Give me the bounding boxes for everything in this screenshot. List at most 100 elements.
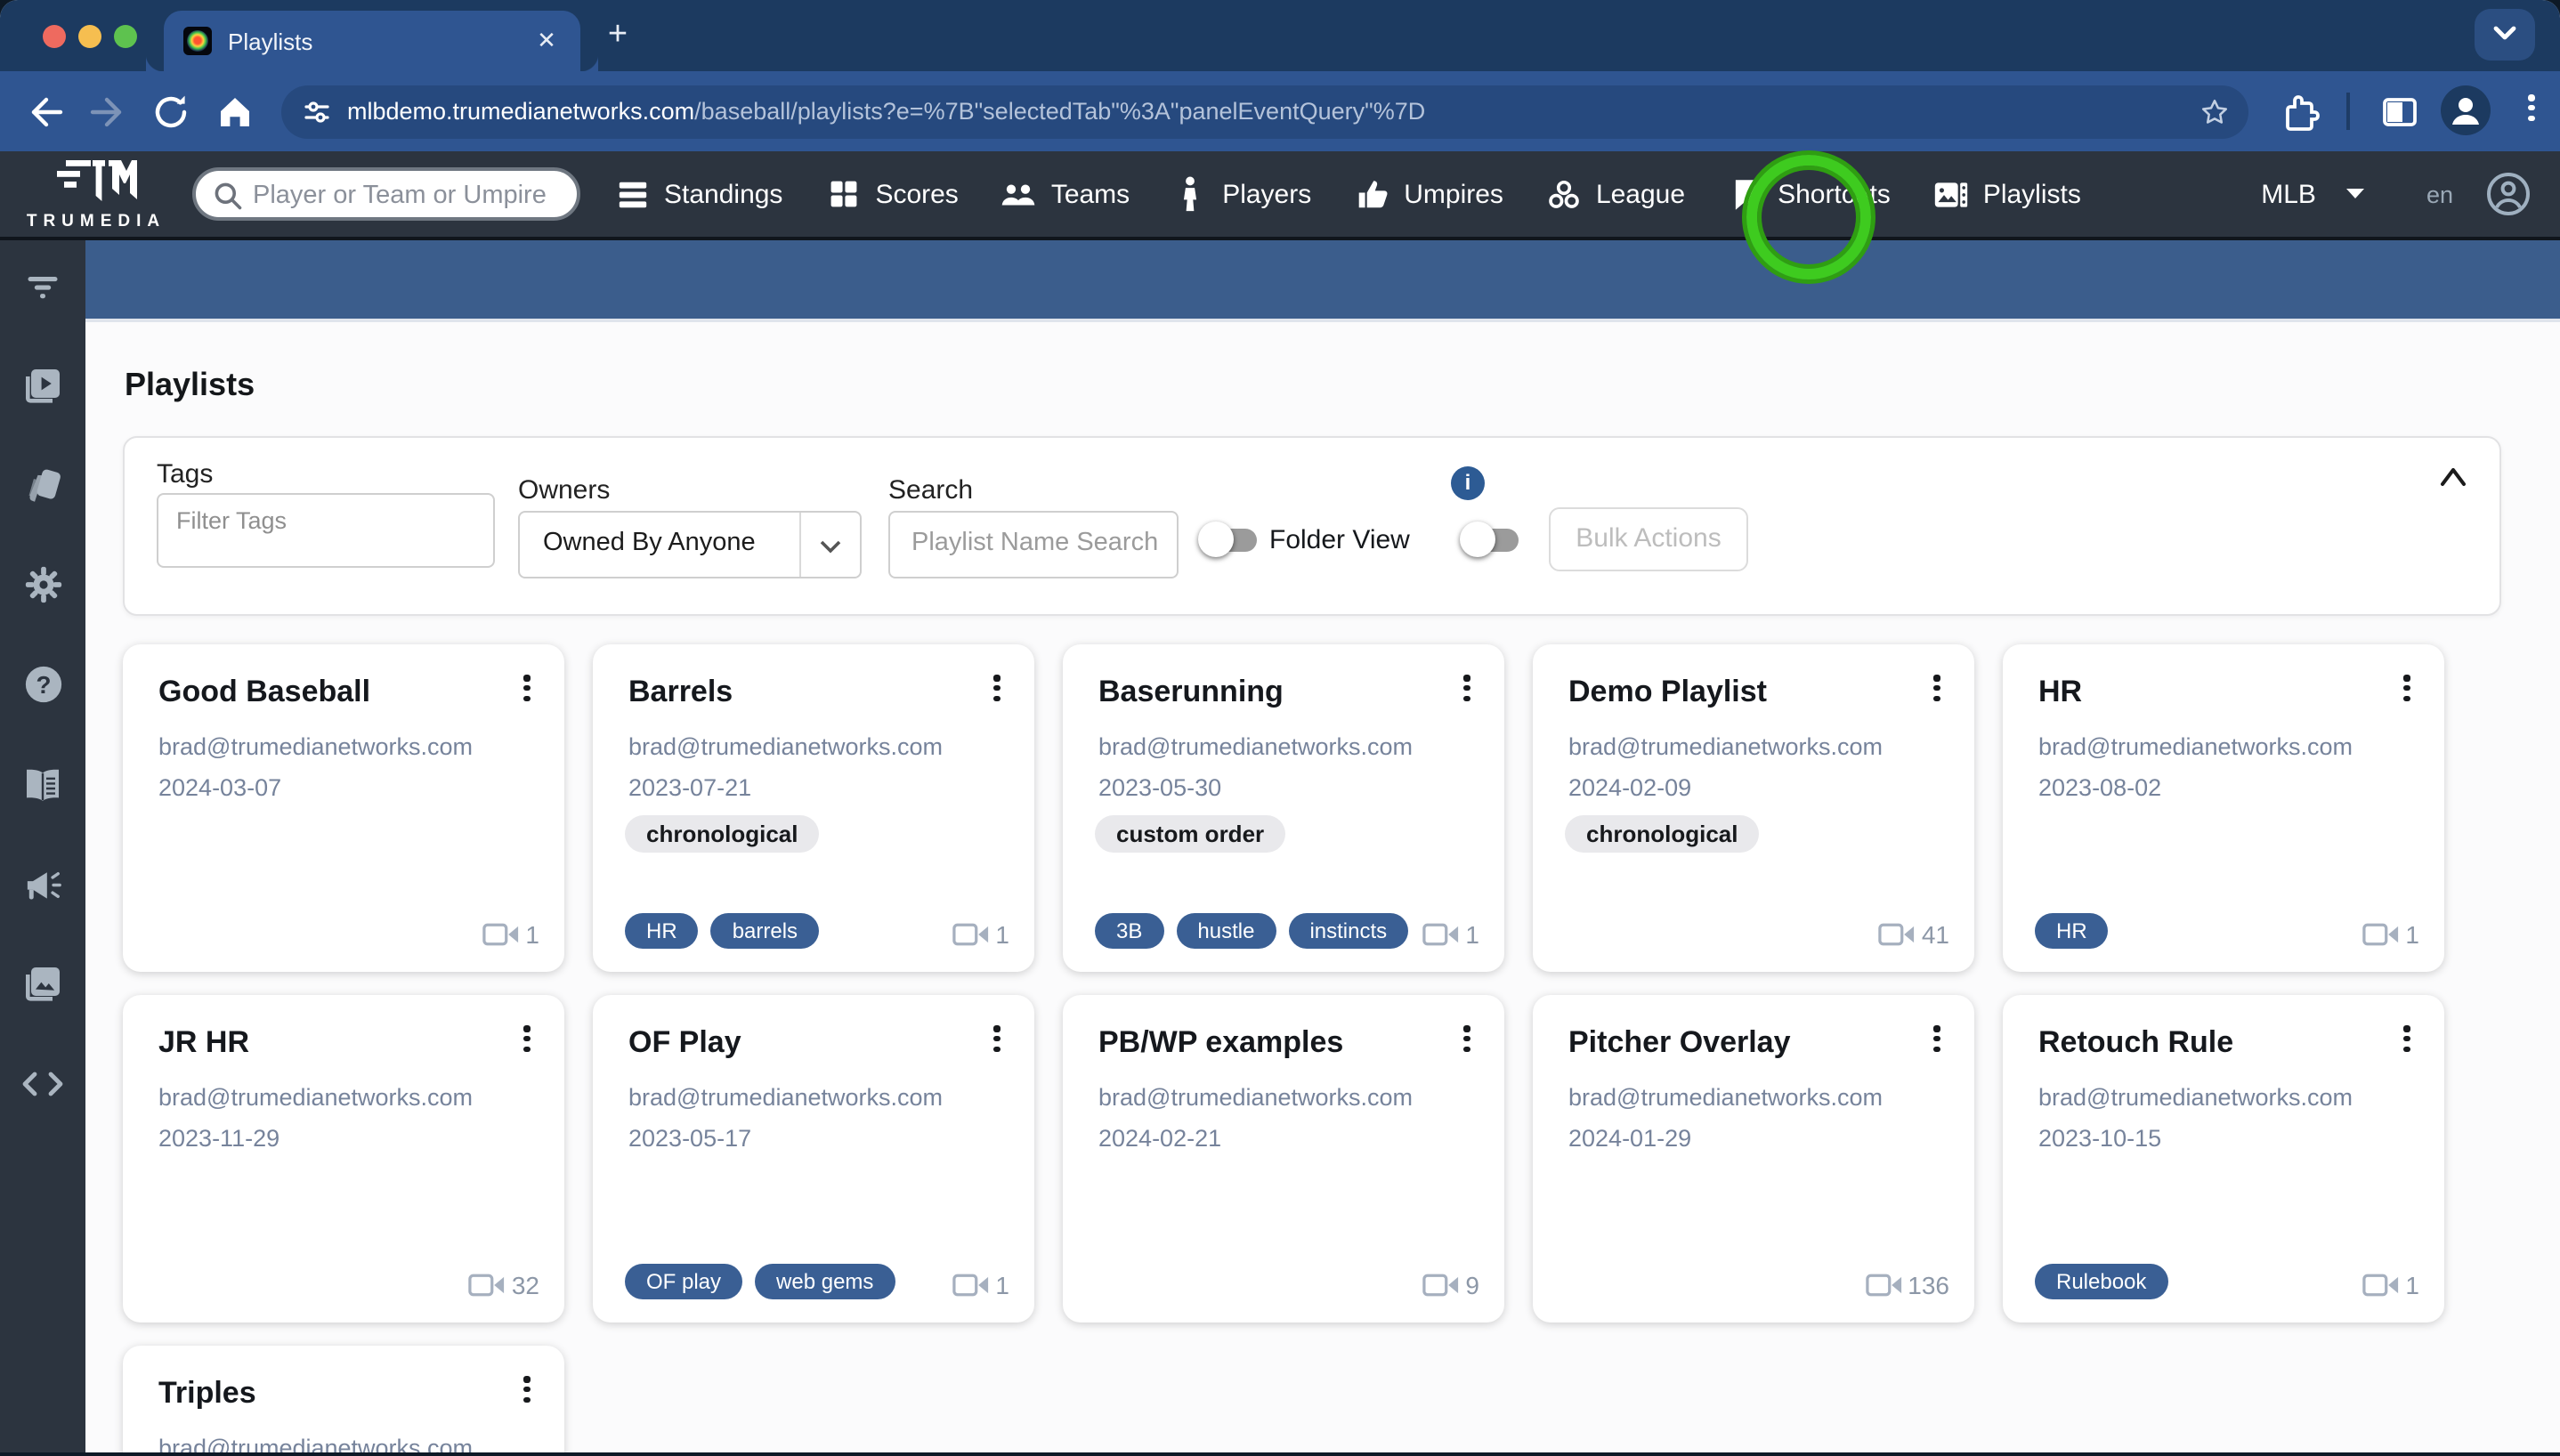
card-menu-button[interactable] — [514, 1022, 539, 1061]
sidebar-item-swatches[interactable] — [0, 468, 85, 511]
playlist-card[interactable]: Retouch Rulebrad@trumedianetworks.com202… — [2003, 995, 2444, 1323]
playlist-card[interactable]: JR HRbrad@trumedianetworks.com2023-11-29… — [123, 995, 564, 1323]
sidebar-item-images[interactable] — [0, 967, 85, 1009]
sidebar-item-video-playlists[interactable] — [0, 368, 85, 411]
collapse-chevron-icon[interactable] — [2439, 466, 2467, 488]
playlist-date: 2023-11-29 — [158, 1125, 279, 1152]
nav-item-players[interactable]: Players — [1172, 176, 1311, 212]
side-panel-icon[interactable] — [2378, 91, 2421, 133]
extensions-icon[interactable] — [2281, 91, 2323, 133]
nav-item-standings[interactable]: Standings — [614, 176, 782, 212]
global-search[interactable] — [192, 167, 580, 221]
playlist-title: Barrels — [628, 675, 733, 710]
browser-menu-button[interactable] — [2519, 91, 2544, 130]
browser-toolbar: mlbdemo.trumedianetworks.com/baseball/pl… — [0, 71, 2560, 151]
back-button[interactable] — [23, 91, 66, 133]
tag-pill[interactable]: HR — [625, 913, 699, 949]
bulk-actions-button[interactable]: Bulk Actions — [1549, 507, 1748, 571]
playlist-card[interactable]: Pitcher Overlaybrad@trumedianetworks.com… — [1533, 995, 1974, 1323]
card-menu-button[interactable] — [1924, 671, 1949, 710]
tags-filter-field[interactable] — [157, 493, 495, 568]
nav-item-teams[interactable]: Teams — [1001, 176, 1130, 212]
playlist-search-field[interactable] — [888, 511, 1179, 578]
videocam-icon — [2362, 922, 2400, 947]
nav-item-label: Playlists — [1983, 179, 2081, 209]
language-selector[interactable]: en — [2426, 181, 2453, 207]
chevron-down-icon — [2492, 25, 2517, 43]
playlist-card[interactable]: Demo Playlistbrad@trumedianetworks.com20… — [1533, 644, 1974, 972]
help-icon: ? — [22, 664, 63, 714]
left-sidebar: ? — [0, 240, 85, 1456]
tag-pill[interactable]: 3B — [1095, 913, 1163, 949]
site-info-icon[interactable] — [303, 97, 331, 125]
folder-view-toggle[interactable] — [1198, 522, 1259, 557]
playlist-card[interactable]: Good Baseballbrad@trumedianetworks.com20… — [123, 644, 564, 972]
card-menu-button[interactable] — [1454, 671, 1479, 710]
card-menu-button[interactable] — [514, 1372, 539, 1412]
playlist-search-input[interactable] — [908, 527, 1164, 559]
owners-select[interactable]: Owned By Anyone — [518, 511, 862, 578]
card-menu-button[interactable] — [984, 671, 1009, 710]
nav-item-shortcuts[interactable]: Shortcuts — [1728, 176, 1891, 212]
browser-profile-avatar[interactable] — [2441, 85, 2491, 135]
caret-down-icon[interactable] — [2345, 187, 2366, 201]
card-menu-button[interactable] — [1454, 1022, 1479, 1061]
playlist-card[interactable]: Baserunningbrad@trumedianetworks.com2023… — [1063, 644, 1504, 972]
card-menu-button[interactable] — [2394, 671, 2419, 710]
playlist-card[interactable]: OF Playbrad@trumedianetworks.com2023-05-… — [593, 995, 1034, 1323]
playlist-owner: brad@trumedianetworks.com — [2038, 1084, 2353, 1111]
close-window-button[interactable] — [43, 24, 66, 47]
videocam-icon — [1879, 922, 1916, 947]
home-button[interactable] — [214, 91, 256, 133]
tag-pill[interactable]: instincts — [1288, 913, 1408, 949]
account-icon[interactable] — [2485, 171, 2532, 217]
league-selector[interactable]: MLB — [2261, 179, 2316, 209]
sidebar-item-megaphone[interactable] — [0, 867, 85, 910]
info-icon[interactable]: i — [1451, 466, 1485, 500]
video-count: 136 — [1865, 1271, 1949, 1299]
sidebar-item-code[interactable] — [0, 1066, 85, 1109]
league-icon — [1546, 176, 1582, 212]
minimize-window-button[interactable] — [78, 24, 101, 47]
nav-item-league[interactable]: League — [1546, 176, 1685, 212]
nav-item-scores[interactable]: Scores — [825, 176, 958, 212]
sidebar-item-filter-lines[interactable] — [0, 269, 85, 311]
tags-filter-input[interactable] — [173, 506, 482, 536]
sidebar-item-gear[interactable] — [0, 568, 85, 611]
playlist-card[interactable]: Triplesbrad@trumedianetworks.com — [123, 1346, 564, 1456]
standings-icon — [614, 176, 650, 212]
card-menu-button[interactable] — [1924, 1022, 1949, 1061]
tag-pill[interactable]: OF play — [625, 1264, 742, 1299]
bulk-actions-toggle[interactable] — [1460, 522, 1520, 557]
nav-item-umpires[interactable]: Umpires — [1354, 176, 1503, 212]
forward-button[interactable] — [87, 91, 130, 133]
trumedia-logo[interactable]: TRUMEDIA — [11, 157, 182, 235]
playlist-title: Good Baseball — [158, 675, 370, 710]
browser-tab[interactable]: Playlists ✕ — [164, 11, 580, 71]
card-menu-button[interactable] — [2394, 1022, 2419, 1061]
playlist-owner: brad@trumedianetworks.com — [2038, 733, 2353, 760]
tab-close-icon[interactable]: ✕ — [531, 25, 563, 57]
zoom-window-button[interactable] — [114, 24, 137, 47]
tag-pill[interactable]: web gems — [755, 1264, 895, 1299]
playlist-owner: brad@trumedianetworks.com — [1098, 1084, 1413, 1111]
tag-pill[interactable]: barrels — [711, 913, 819, 949]
nav-item-playlists[interactable]: Playlists — [1933, 176, 2081, 212]
bookmark-star-icon[interactable] — [2199, 95, 2231, 127]
sidebar-item-book[interactable] — [0, 767, 85, 810]
playlist-card[interactable]: HRbrad@trumedianetworks.com2023-08-02HR1 — [2003, 644, 2444, 972]
card-menu-button[interactable] — [514, 671, 539, 710]
reload-button[interactable] — [150, 91, 192, 133]
playlist-date: 2023-08-02 — [2038, 774, 2161, 801]
playlist-card[interactable]: PB/WP examplesbrad@trumedianetworks.com2… — [1063, 995, 1504, 1323]
tag-pill[interactable]: Rulebook — [2035, 1264, 2167, 1299]
new-tab-button[interactable]: + — [595, 12, 641, 59]
card-menu-button[interactable] — [984, 1022, 1009, 1061]
playlist-card[interactable]: Barrelsbrad@trumedianetworks.com2023-07-… — [593, 644, 1034, 972]
tag-pill[interactable]: HR — [2035, 913, 2109, 949]
sidebar-item-help[interactable]: ? — [0, 667, 85, 710]
url-bar[interactable]: mlbdemo.trumedianetworks.com/baseball/pl… — [281, 85, 2248, 138]
tab-search-button[interactable] — [2475, 9, 2535, 61]
global-search-input[interactable] — [249, 174, 573, 217]
tag-pill[interactable]: hustle — [1176, 913, 1276, 949]
